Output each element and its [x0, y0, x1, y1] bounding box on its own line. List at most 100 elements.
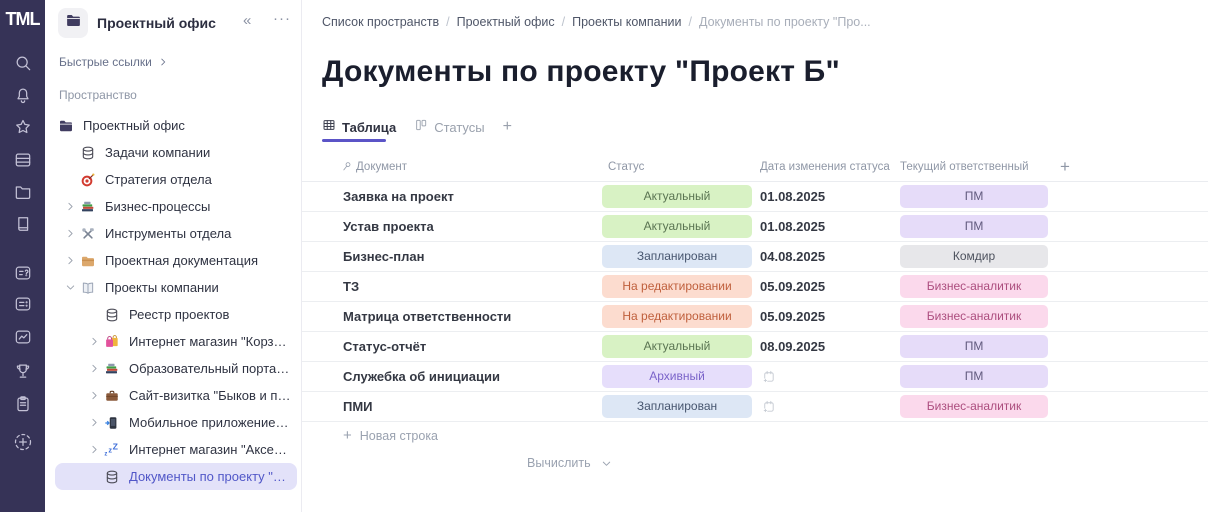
star-icon[interactable] [13, 117, 33, 137]
document-cell[interactable]: ПМИ [343, 399, 373, 414]
responsible-badge[interactable]: Бизнес-аналитик [900, 275, 1048, 298]
phone-icon [104, 415, 120, 431]
chevron-right-icon[interactable] [60, 226, 80, 242]
breadcrumb-item[interactable]: Список пространств [322, 15, 439, 29]
plus-dashed-icon[interactable] [13, 432, 33, 452]
column-header[interactable]: Дата изменения статуса [760, 161, 890, 173]
calendar-add-icon[interactable] [761, 399, 776, 414]
compute-dropdown[interactable]: Вычислить [527, 456, 612, 470]
database-icon [104, 469, 120, 485]
responsible-badge[interactable]: Бизнес-аналитик [900, 305, 1048, 328]
chevron-slot [84, 469, 104, 485]
sidebar-item[interactable]: Документы по проекту "Прое... [55, 463, 297, 490]
breadcrumb-item[interactable]: Проектный офис [457, 15, 555, 29]
date-cell[interactable]: 05.09.2025 [760, 309, 825, 324]
chart-icon[interactable] [13, 327, 33, 347]
sidebar-item[interactable]: Задачи компании [55, 139, 297, 166]
card-question-icon[interactable] [13, 263, 33, 283]
chevron-right-icon[interactable] [84, 361, 104, 377]
table-row[interactable]: Служебка об инициации Архивный ПМ [302, 362, 1208, 392]
breadcrumb-item[interactable]: Проекты компании [572, 15, 681, 29]
calendar-add-icon[interactable] [761, 369, 776, 384]
book-icon[interactable] [13, 214, 33, 234]
column-header[interactable]: Документ [356, 161, 407, 173]
status-badge[interactable]: На редактировании [602, 305, 752, 328]
chevron-right-icon[interactable] [84, 388, 104, 404]
chevron-down-icon[interactable] [60, 280, 80, 296]
responsible-badge[interactable]: ПМ [900, 335, 1048, 358]
chevron-right-icon[interactable] [84, 334, 104, 350]
table-row[interactable]: Устав проекта Актуальный 01.08.2025 ПМ [302, 212, 1208, 242]
document-cell[interactable]: Устав проекта [343, 219, 434, 234]
space-icon-box[interactable] [58, 8, 88, 38]
sidebar-item[interactable]: Инструменты отдела [55, 220, 297, 247]
sidebar-item[interactable]: Проектная документация [55, 247, 297, 274]
sidebar-item[interactable]: Сайт-визитка "Быков и партнер... [55, 382, 297, 409]
sidebar-item[interactable]: Бизнес-процессы [55, 193, 297, 220]
status-badge[interactable]: Актуальный [602, 215, 752, 238]
chevron-right-icon[interactable] [84, 442, 104, 458]
sidebar-item[interactable]: Стратегия отдела [55, 166, 297, 193]
chevron-right-icon[interactable] [60, 253, 80, 269]
table-row[interactable]: ПМИ Запланирован Бизнес-аналитик [302, 392, 1208, 422]
column-header[interactable]: Текущий ответственный [900, 161, 1029, 173]
quick-links[interactable]: Быстрые ссылки [59, 55, 168, 69]
sidebar-item[interactable]: zzZ Интернет магазин "Аксессуары" [55, 436, 297, 463]
sidebar-item[interactable]: Интернет магазин "Корзина" [55, 328, 297, 355]
cards-icon[interactable] [13, 150, 33, 170]
responsible-badge[interactable]: ПМ [900, 365, 1048, 388]
add-view-button[interactable]: + [503, 118, 512, 136]
clipboard-icon[interactable] [13, 394, 33, 414]
sidebar-menu-icon[interactable]: ··· [273, 10, 291, 27]
new-row-button[interactable]: + Новая строка [343, 427, 438, 444]
responsible-badge[interactable]: Комдир [900, 245, 1048, 268]
document-cell[interactable]: Заявка на проект [343, 189, 454, 204]
column-header[interactable]: Статус [608, 161, 644, 173]
trophy-icon[interactable] [13, 361, 33, 381]
responsible-badge[interactable]: ПМ [900, 185, 1048, 208]
date-cell[interactable]: 05.09.2025 [760, 279, 825, 294]
status-badge[interactable]: Запланирован [602, 245, 752, 268]
date-cell[interactable]: 01.08.2025 [760, 189, 825, 204]
responsible-badge[interactable]: ПМ [900, 215, 1048, 238]
tab-inactive[interactable]: Статусы [414, 118, 485, 137]
add-column-button[interactable]: + [1060, 157, 1070, 177]
responsible-badge[interactable]: Бизнес-аналитик [900, 395, 1048, 418]
folder-icon [65, 12, 82, 34]
status-badge[interactable]: Запланирован [602, 395, 752, 418]
table-row[interactable]: Заявка на проект Актуальный 01.08.2025 ПМ [302, 182, 1208, 212]
card-dots-icon[interactable] [13, 294, 33, 314]
table-row[interactable]: ТЗ На редактировании 05.09.2025 Бизнес-анал… [302, 272, 1208, 302]
document-cell[interactable]: Статус-отчёт [343, 339, 426, 354]
sidebar-item[interactable]: Мобильное приложение "Связь" [55, 409, 297, 436]
chevron-right-icon [161, 58, 166, 66]
date-cell[interactable]: 08.09.2025 [760, 339, 825, 354]
date-cell[interactable]: 01.08.2025 [760, 219, 825, 234]
folder-icon[interactable] [13, 182, 33, 202]
table-row[interactable]: Бизнес-план Запланирован 04.08.2025 Комдир [302, 242, 1208, 272]
chevron-right-icon[interactable] [60, 199, 80, 215]
sidebar-item[interactable]: Проекты компании [55, 274, 297, 301]
status-badge[interactable]: Актуальный [602, 185, 752, 208]
pin-icon[interactable] [340, 160, 353, 173]
status-badge[interactable]: Актуальный [602, 335, 752, 358]
tml-logo[interactable]: TML [0, 9, 45, 30]
document-cell[interactable]: Матрица ответственности [343, 309, 511, 324]
table-row[interactable]: Матрица ответственности На редактировании… [302, 302, 1208, 332]
bell-icon[interactable] [13, 85, 33, 105]
document-cell[interactable]: ТЗ [343, 279, 359, 294]
chevron-right-icon[interactable] [84, 415, 104, 431]
table-row[interactable]: Статус-отчёт Актуальный 08.09.2025 ПМ [302, 332, 1208, 362]
search-icon[interactable] [13, 53, 33, 73]
tab-active[interactable]: Таблица [322, 118, 396, 137]
status-badge[interactable]: На редактировании [602, 275, 752, 298]
document-cell[interactable]: Служебка об инициации [343, 369, 500, 384]
status-badge[interactable]: Архивный [602, 365, 752, 388]
sidebar-item[interactable]: Образовательный портал "Edu... [55, 355, 297, 382]
sidebar-item[interactable]: Реестр проектов [55, 301, 297, 328]
document-cell[interactable]: Бизнес-план [343, 249, 424, 264]
date-cell[interactable]: 04.08.2025 [760, 249, 825, 264]
active-tab-underline [322, 139, 386, 142]
sidebar-item[interactable]: Проектный офис [55, 112, 297, 139]
collapse-sidebar-icon[interactable]: « [243, 12, 251, 29]
